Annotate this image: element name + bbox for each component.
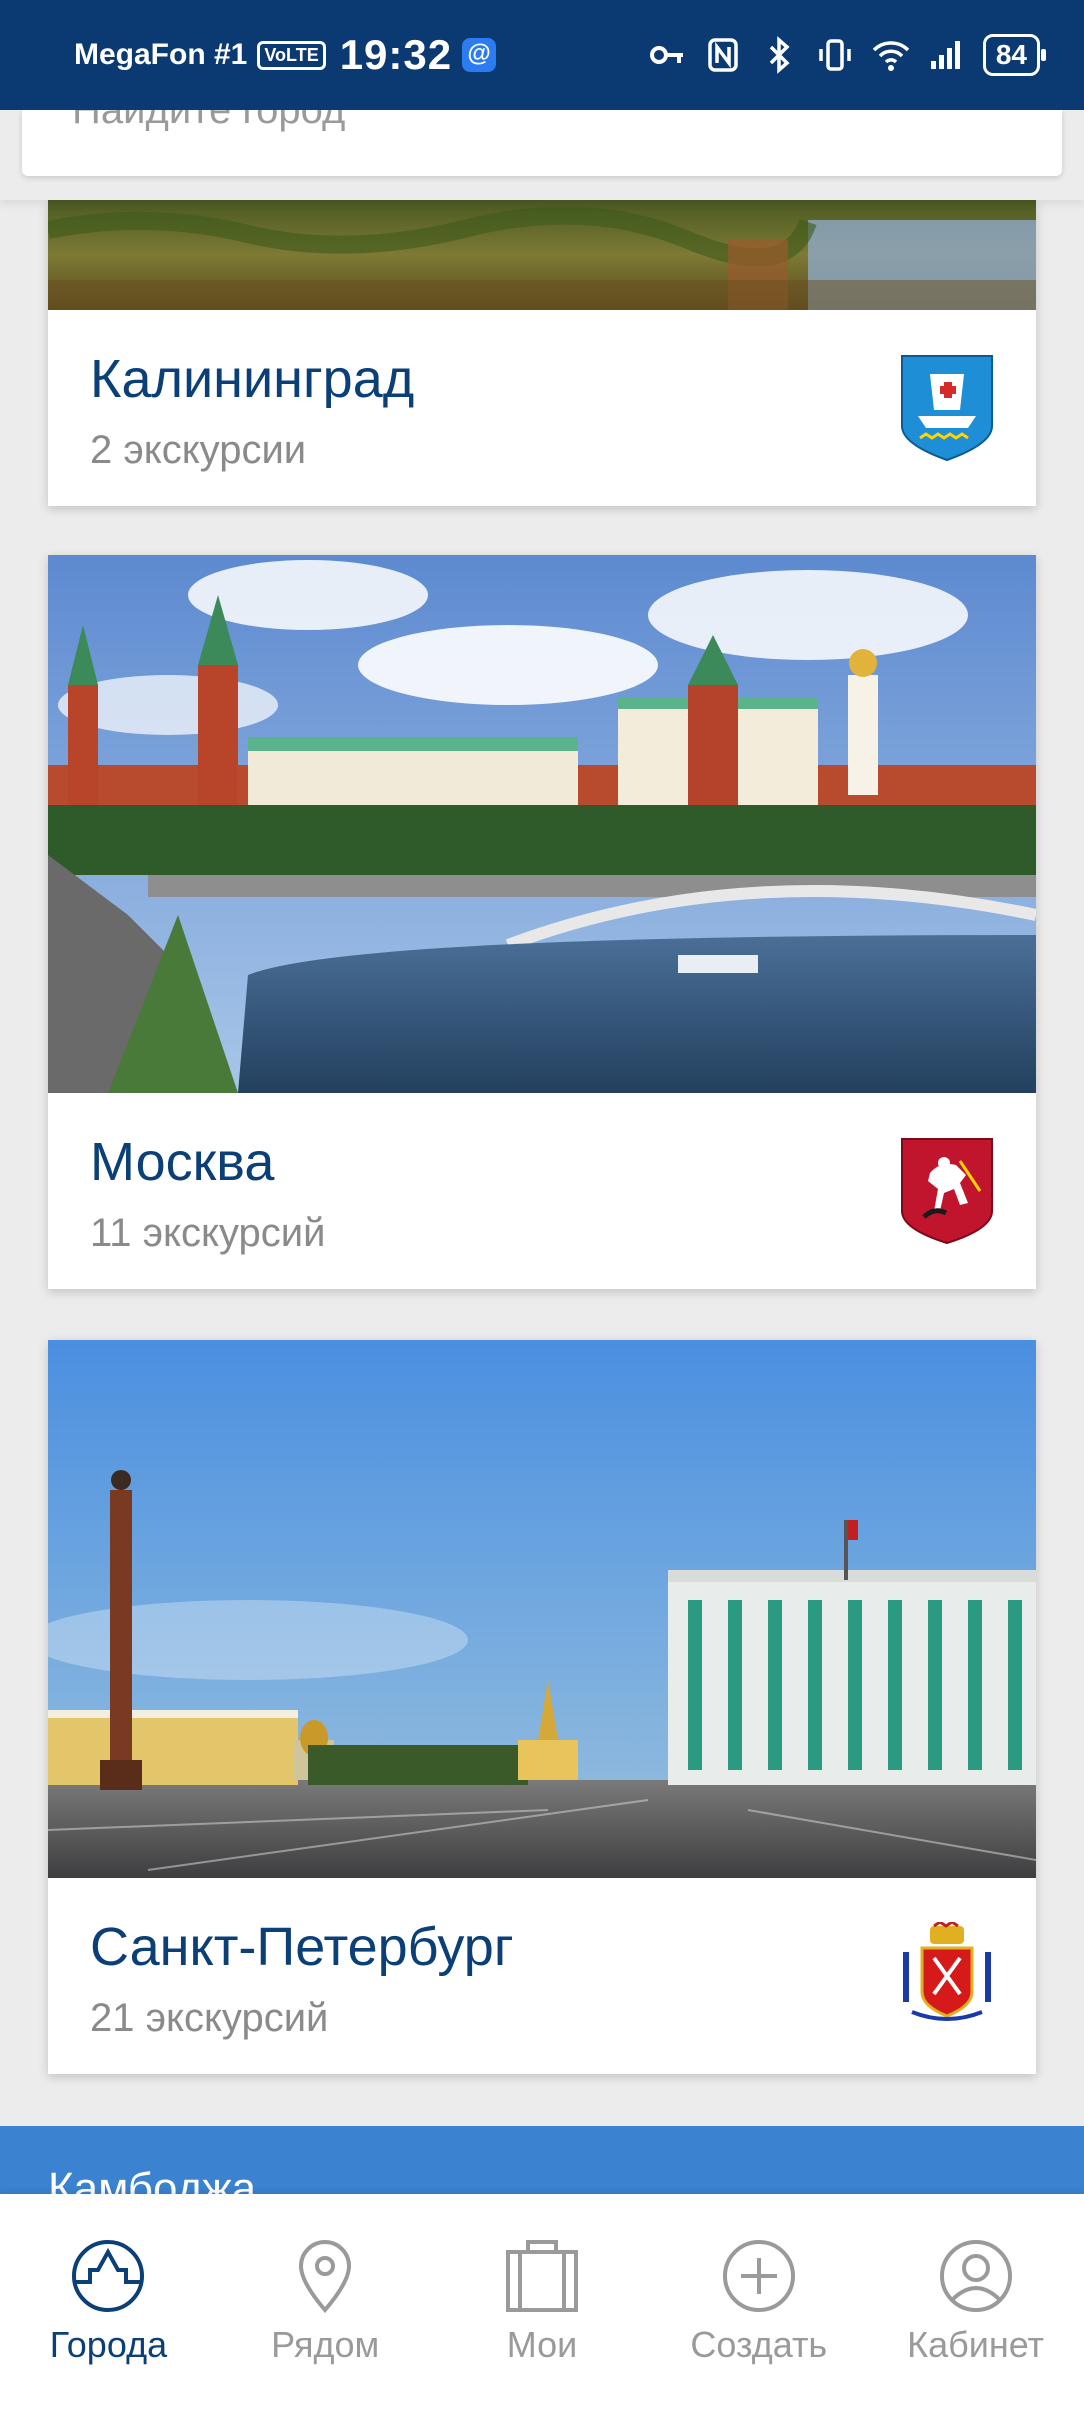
moscow-coat-of-arms-icon: [901, 1138, 993, 1245]
nfc-icon: [708, 38, 738, 72]
search-placeholder: Найдите город: [72, 110, 346, 132]
city-name: Москва: [90, 1132, 275, 1192]
excursion-count: 21 экскурсий: [90, 1996, 329, 2040]
city-photo: [48, 555, 1036, 1093]
city-card-spb[interactable]: Санкт-Петербург 21 экскурсий: [48, 1340, 1036, 2074]
city-card-kaliningrad[interactable]: Калининград 2 экскурсии: [48, 200, 1036, 506]
city-info: Москва 11 экскурсий: [48, 1093, 1036, 1289]
nav-item-mine[interactable]: Мои: [434, 2194, 651, 2412]
bottom-navigation: Города Рядом Мои Создать Кабинет: [0, 2194, 1084, 2412]
city-photo: [48, 1340, 1036, 1878]
city-photo: [48, 200, 1036, 310]
key-icon: [649, 46, 683, 64]
nav-item-create[interactable]: Создать: [650, 2194, 867, 2412]
search-bar-container: Найдите город: [0, 110, 1084, 200]
city-card-moscow[interactable]: Москва 11 экскурсий: [48, 555, 1036, 1289]
battery-icon: 84: [982, 34, 1047, 76]
volte-icon: VoLTE: [257, 40, 326, 70]
user-icon: [939, 2240, 1012, 2312]
nav-item-account[interactable]: Кабинет: [867, 2194, 1084, 2412]
city-photo-image: [48, 1340, 1036, 1878]
nav-label: Кабинет: [907, 2324, 1045, 2365]
nav-label: Создать: [690, 2324, 828, 2365]
nav-label: Мои: [506, 2324, 578, 2365]
nav-label: Рядом: [271, 2324, 380, 2365]
city-photo-image: [48, 200, 1036, 310]
city-name: Калининград: [90, 349, 415, 409]
excursion-count: 11 экскурсий: [90, 1211, 326, 1255]
spb-coat-of-arms-icon: [903, 1922, 991, 2021]
notification-app-icon: @: [462, 38, 497, 72]
status-bar: MegaFon #1 VoLTE 19:32 @ 84: [0, 0, 1084, 110]
vibrate-icon: [819, 39, 851, 71]
wifi-icon: [872, 41, 910, 71]
city-info: Санкт-Петербург 21 экскурсий: [48, 1878, 1036, 2074]
city-photo-image: [48, 555, 1036, 1093]
location-pin-icon: [299, 2240, 352, 2314]
city-name: Санкт-Петербург: [90, 1917, 514, 1977]
plus-circle-icon: [722, 2240, 795, 2312]
bluetooth-icon: [769, 36, 790, 74]
excursion-count: 2 экскурсии: [90, 428, 307, 472]
signal-icon: [930, 41, 960, 69]
nav-label: Города: [49, 2324, 168, 2365]
carrier-label: MegaFon #1: [74, 38, 248, 71]
kaliningrad-coat-of-arms-icon: [901, 355, 993, 462]
cities-icon: [72, 2240, 145, 2312]
suitcase-icon: [505, 2240, 578, 2312]
search-input[interactable]: Найдите город: [22, 110, 1062, 176]
clock: 19:32: [339, 31, 453, 78]
screen: MegaFon #1 VoLTE 19:32 @ 84 Найдите горо…: [0, 0, 1084, 2412]
nav-item-cities[interactable]: Города: [0, 2194, 217, 2412]
status-icons: 84: [647, 34, 1047, 76]
nav-item-nearby[interactable]: Рядом: [217, 2194, 434, 2412]
city-info: Калининград 2 экскурсии: [48, 310, 1036, 506]
